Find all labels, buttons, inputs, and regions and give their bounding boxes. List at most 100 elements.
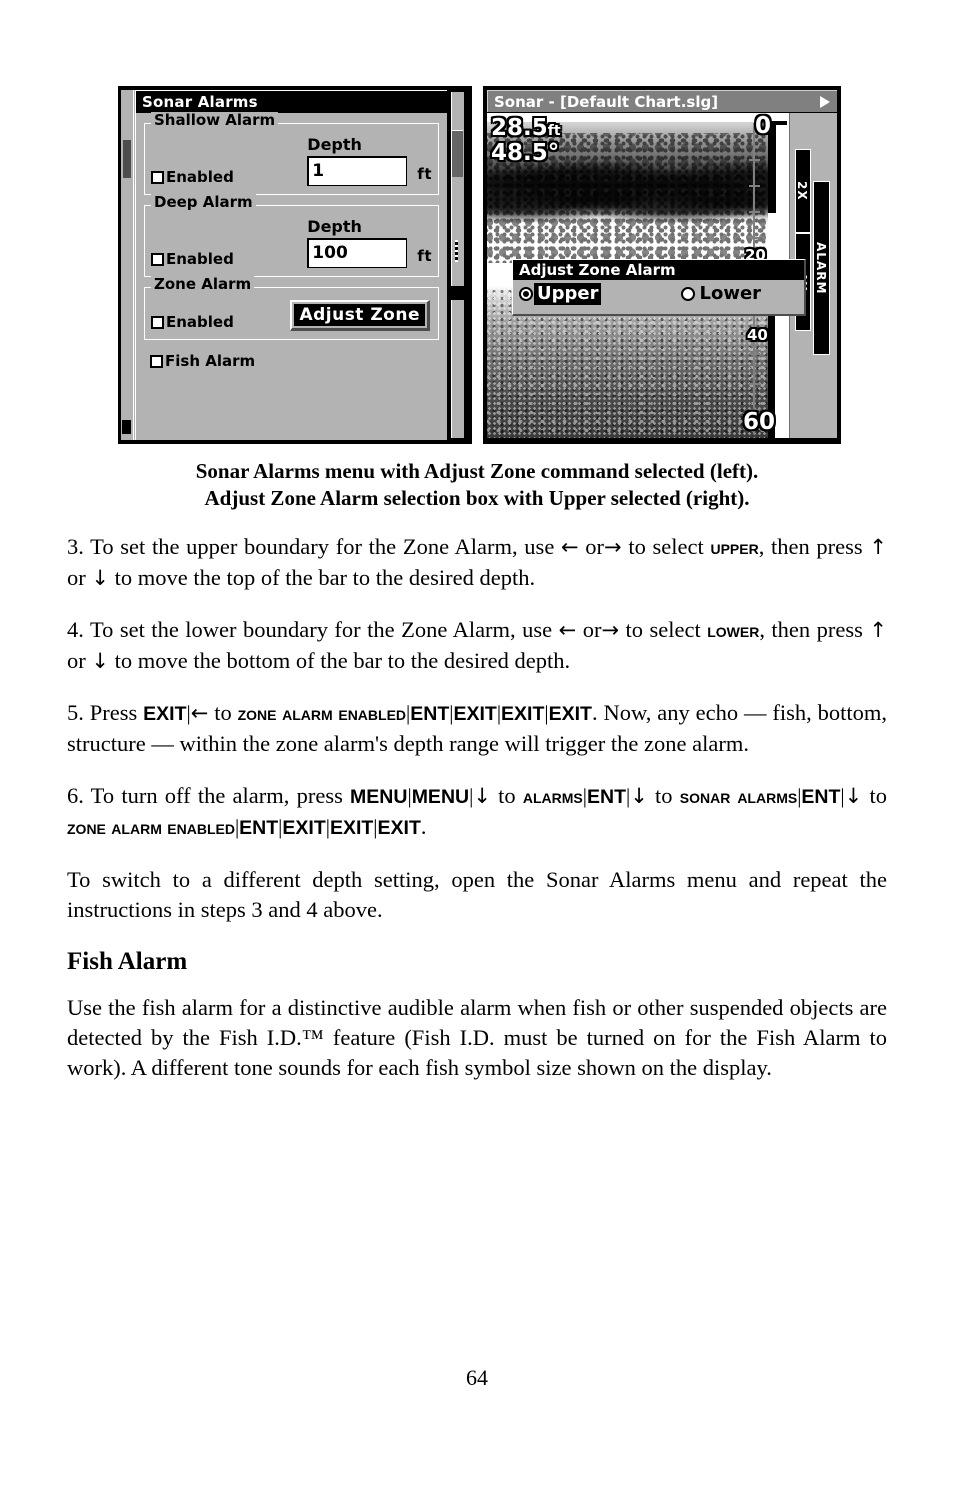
left-arrow-icon: ← (190, 701, 209, 725)
upper-radio-option[interactable]: Upper (519, 283, 602, 305)
left-edge-strip (121, 90, 134, 440)
sonar-alarms-menu-screenshot: Sonar Alarms Shallow Alarm Enabled Depth… (118, 86, 472, 444)
scrollbar-thumb[interactable] (452, 130, 463, 177)
key-zone-alarm-enabled: Zone Alarm Enabled (67, 817, 235, 839)
group-label-shallow-alarm: Shallow Alarm (151, 112, 279, 129)
paragraph-step-6: 6. To turn off the alarm, press MENU|MEN… (67, 781, 887, 843)
zone-alarm-bar[interactable]: ALARM (813, 181, 830, 355)
key-sonar-alarms: Sonar Alarms (679, 786, 798, 808)
radio-icon[interactable] (681, 287, 696, 301)
step3-text-4: , then press (758, 534, 870, 559)
play-arrow-icon[interactable] (820, 96, 830, 108)
sonar-window-title: Sonar - [Default Chart.slg] (494, 93, 719, 111)
down-arrow-icon: ↓ (630, 784, 648, 808)
group-shallow-alarm: Shallow Alarm Enabled Depth 1 ft (144, 112, 439, 195)
adjust-zone-button[interactable]: Adjust Zone (290, 300, 430, 331)
down-arrow-icon: ↓ (91, 649, 109, 673)
key-menu: MENU (350, 786, 408, 808)
up-arrow-icon: ↑ (869, 618, 887, 642)
step3-text-2: or (578, 534, 605, 559)
fish-alarm-label: Fish Alarm (165, 352, 256, 370)
lower-radio-label: Lower (699, 283, 762, 304)
key-ent: ENT (239, 817, 279, 839)
group-label-zone-alarm: Zone Alarm (151, 276, 255, 293)
menu-title: Sonar Alarms (136, 91, 447, 113)
key-exit: EXIT (501, 703, 545, 725)
step4-text-1: 4. To set the lower boundary for the Zon… (67, 617, 559, 642)
group-label-deep-alarm: Deep Alarm (151, 194, 256, 211)
shallow-depth-caption: Depth (307, 135, 362, 154)
zone-alarm-enabled-checkbox[interactable]: Enabled (151, 313, 234, 331)
left-strip-marker (123, 140, 131, 178)
sonar-alarms-panel: Sonar Alarms Shallow Alarm Enabled Depth… (135, 90, 447, 440)
key-ent: ENT (801, 786, 841, 808)
key-exit: EXIT (282, 817, 326, 839)
figure-screenshots: Sonar Alarms Shallow Alarm Enabled Depth… (0, 0, 954, 444)
checkbox-icon[interactable] (151, 315, 164, 329)
group-zone-alarm: Zone Alarm Enabled Adjust Zone (144, 276, 439, 340)
depth-tick (749, 237, 760, 239)
depth-readout: 28.5 (491, 115, 548, 141)
sonar-chart-body: 28.5ft 48.5° 0 20 40 60 2X ALARM Adjust … (487, 113, 837, 438)
caption-line-2: Adjust Zone Alarm selection box with Upp… (204, 486, 750, 510)
step6-text-3: to (647, 783, 680, 808)
step4-text-4: , then press (759, 617, 870, 642)
adjust-zone-alarm-dialog: Adjust Zone Alarm Upper Lower (512, 259, 806, 316)
paragraph-step-3: 3. To set the upper boundary for the Zon… (67, 532, 887, 593)
key-ent: ENT (586, 786, 626, 808)
depth-label-40: 40 (747, 326, 768, 344)
sonar-window-titlebar: Sonar - [Default Chart.slg] (487, 90, 837, 112)
adjust-zone-button-label: Adjust Zone (294, 304, 425, 326)
shallow-depth-unit: ft (417, 165, 432, 183)
step5-text-2: to (208, 700, 238, 725)
checkbox-icon[interactable] (151, 170, 164, 184)
scrollbar-lower-block (451, 286, 464, 300)
left-arrow-icon: ← (561, 535, 579, 559)
step4-text-6: to move the bottom of the bar to the des… (108, 648, 571, 673)
right-arrow-icon: → (604, 535, 622, 559)
key-menu: MENU (411, 786, 470, 808)
checkbox-icon[interactable] (150, 354, 163, 368)
step4-text-5: or (67, 648, 92, 673)
section-heading-fish-alarm: Fish Alarm (67, 948, 188, 975)
left-strip-bottom-marker (122, 420, 131, 434)
shallow-alarm-enabled-checkbox[interactable]: Enabled (151, 168, 234, 186)
down-arrow-icon: ↓ (844, 784, 863, 808)
step6-text-5: . (420, 814, 427, 839)
shallow-alarm-enabled-label: Enabled (166, 168, 234, 186)
checkbox-icon[interactable] (151, 252, 164, 266)
step4-text-3: to select (619, 617, 708, 642)
temperature-readout: 48.5° (491, 140, 560, 166)
paragraph-switch-depth: To switch to a different depth setting, … (67, 867, 887, 922)
key-ent: ENT (410, 703, 450, 725)
deep-depth-caption: Depth (307, 217, 362, 236)
deep-alarm-enabled-label: Enabled (166, 250, 234, 268)
radio-icon-selected[interactable] (519, 287, 533, 301)
deep-alarm-enabled-checkbox[interactable]: Enabled (151, 250, 234, 268)
depth-label-0: 0 (755, 113, 772, 139)
deep-depth-unit: ft (417, 247, 432, 265)
lower-radio-option[interactable]: Lower (681, 283, 764, 305)
shallow-depth-input[interactable]: 1 (307, 156, 408, 186)
upper-radio-label: Upper (534, 283, 602, 305)
key-zone-alarm-enabled: Zone Alarm Enabled (237, 703, 407, 725)
page-number: 64 (466, 1365, 488, 1390)
zone-alarm-enabled-label: Enabled (166, 313, 234, 331)
page-content: 3. To set the upper boundary for the Zon… (67, 532, 887, 1105)
deep-depth-input[interactable]: 100 (307, 238, 408, 268)
step6-text-2: to (490, 783, 523, 808)
paragraph-fish-alarm: Use the fish alarm for a distinctive aud… (67, 995, 887, 1080)
up-arrow-icon: ↑ (869, 535, 887, 559)
menu-scrollbar[interactable] (447, 90, 469, 440)
zoom-bar-2x[interactable]: 2X (795, 149, 811, 233)
key-exit: EXIT (143, 703, 187, 725)
fish-alarm-row: Fish Alarm (150, 352, 439, 370)
caption-line-1: Sonar Alarms menu with Adjust Zone comma… (195, 459, 759, 483)
step6-text-1: 6. To turn off the alarm, press (67, 783, 351, 808)
key-exit: EXIT (377, 817, 421, 839)
step4-text-2: or (576, 617, 602, 642)
step3-text-6: to move the top of the bar to the desire… (108, 565, 536, 590)
depth-label-60: 60 (743, 409, 776, 435)
fish-alarm-checkbox[interactable]: Fish Alarm (150, 352, 439, 370)
scrollbar-dots (455, 240, 458, 262)
